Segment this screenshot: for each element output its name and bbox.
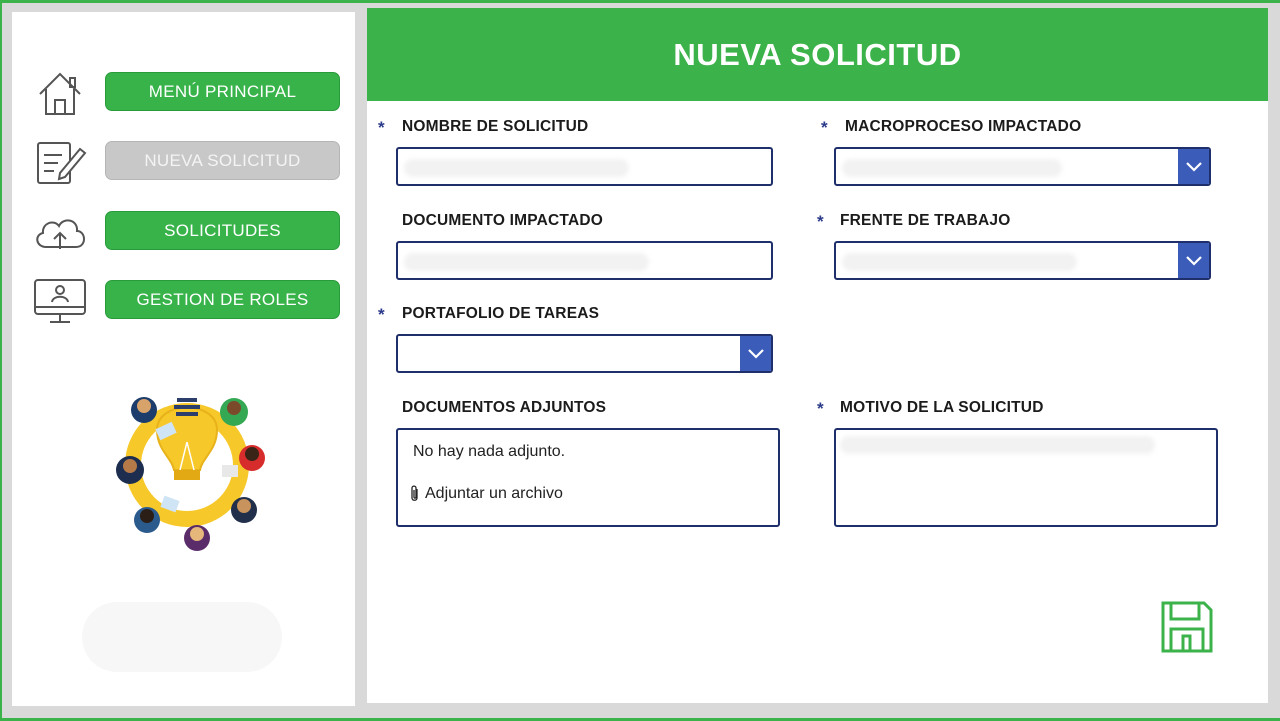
page-title: NUEVA SOLICITUD [367, 8, 1268, 101]
solicitudes-button[interactable]: SOLICITUDES [105, 211, 340, 250]
redacted-value [404, 253, 649, 271]
main-panel: NUEVA SOLICITUD * NOMBRE DE SOLICITUD * … [367, 8, 1268, 703]
redacted-value [842, 159, 1062, 177]
cloud-upload-icon [32, 209, 88, 253]
required-marker: * [821, 118, 828, 137]
redacted-logo [82, 602, 282, 672]
edit-document-icon [32, 139, 88, 184]
documento-impactado-label: DOCUMENTO IMPACTADO [402, 212, 603, 229]
required-marker: * [817, 212, 824, 231]
paperclip-icon [411, 485, 418, 501]
window-frame-left [0, 0, 2, 721]
frente-trabajo-dropdown[interactable] [834, 241, 1211, 280]
nav-row-solicitudes: SOLICITUDES [12, 209, 355, 253]
nombre-solicitud-input[interactable] [396, 147, 773, 186]
required-marker: * [378, 118, 385, 137]
chevron-down-icon[interactable] [1178, 149, 1209, 184]
nav-row-menu-principal: MENÚ PRINCIPAL [12, 70, 355, 115]
user-monitor-icon [32, 278, 88, 323]
redacted-value [840, 436, 1155, 454]
documentos-adjuntos-label: DOCUMENTOS ADJUNTOS [402, 399, 607, 416]
motivo-solicitud-label: MOTIVO DE LA SOLICITUD [840, 399, 1044, 416]
redacted-value [404, 159, 629, 177]
attach-file-link[interactable]: Adjuntar un archivo [409, 485, 563, 503]
macroproceso-label: MACROPROCESO IMPACTADO [845, 118, 1082, 135]
frente-trabajo-label: FRENTE DE TRABAJO [840, 212, 1011, 229]
nav-row-nueva-solicitud: NUEVA SOLICITUD [12, 139, 355, 184]
home-icon [32, 70, 88, 115]
nombre-solicitud-label: NOMBRE DE SOLICITUD [402, 118, 589, 135]
attach-file-label: Adjuntar un archivo [425, 485, 563, 502]
portafolio-tareas-label: PORTAFOLIO DE TAREAS [402, 305, 600, 322]
redacted-value [842, 253, 1077, 271]
macroproceso-dropdown[interactable] [834, 147, 1211, 186]
attachments-empty-text: No hay nada adjunto. [413, 443, 566, 460]
gestion-de-roles-button[interactable]: GESTION DE ROLES [105, 280, 340, 319]
documento-impactado-input[interactable] [396, 241, 773, 280]
nav-row-gestion-roles: GESTION DE ROLES [12, 278, 355, 323]
chevron-down-icon[interactable] [1178, 243, 1209, 278]
attachments-box: No hay nada adjunto. Adjuntar un archivo [396, 428, 780, 527]
sidebar: MENÚ PRINCIPAL NUEVA SOLICITUD SOLICITUD… [12, 12, 355, 706]
window-frame-top [0, 0, 1280, 3]
teamwork-lightbulb-illustration [116, 397, 265, 551]
motivo-solicitud-textarea[interactable] [834, 428, 1218, 527]
portafolio-tareas-dropdown[interactable] [396, 334, 773, 373]
nueva-solicitud-button[interactable]: NUEVA SOLICITUD [105, 141, 340, 180]
required-marker: * [817, 399, 824, 418]
menu-principal-button[interactable]: MENÚ PRINCIPAL [105, 72, 340, 111]
chevron-down-icon[interactable] [740, 336, 771, 371]
required-marker: * [378, 305, 385, 324]
save-icon[interactable] [1160, 600, 1214, 654]
